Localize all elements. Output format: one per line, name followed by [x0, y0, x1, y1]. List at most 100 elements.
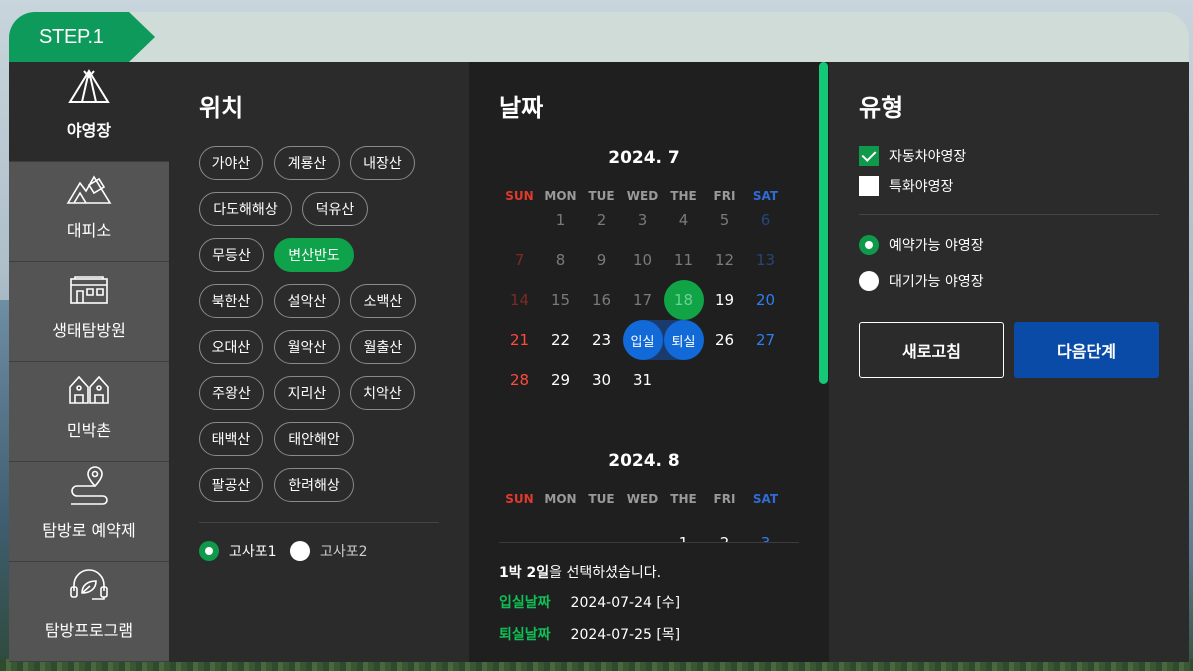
calendar-scrollbar-thumb[interactable] — [819, 62, 828, 384]
calendar-day[interactable]: 27 — [745, 320, 786, 360]
type-title: 유형 — [859, 94, 904, 122]
calendar-day: 8 — [555, 251, 566, 269]
site-option-label: 고사포1 — [229, 544, 277, 560]
chip-taeanhaean[interactable]: 태안해안 — [274, 422, 354, 456]
calendar-day[interactable]: 31 — [622, 360, 663, 400]
site-option-gosapo2[interactable]: 고사포2 — [290, 541, 368, 561]
chip-mudeungsan[interactable]: 무등산 — [199, 238, 264, 272]
checkbox-unchecked[interactable] — [859, 176, 879, 196]
calendar-day: 15 — [550, 291, 571, 309]
calendar-day[interactable]: 29 — [540, 360, 581, 400]
calendar-day-checkin[interactable]: 입실 — [622, 320, 663, 360]
weekday-label: FRI — [713, 492, 736, 506]
step-badge: STEP.1 — [9, 12, 155, 62]
category-village[interactable]: 민박촌 — [9, 362, 169, 462]
calendar-day: 6 — [760, 211, 771, 229]
category-sidebar: 야영장 대피소 생태탐방원 민박촌 탐방로 예약제 탐방프로그램 — [9, 62, 169, 662]
chip-juwangsan[interactable]: 주왕산 — [199, 376, 264, 410]
calendar-day: 5 — [719, 211, 730, 229]
chip-dadohae[interactable]: 다도해해상 — [199, 192, 292, 226]
chip-bukhansan[interactable]: 북한산 — [199, 284, 263, 318]
refresh-button[interactable]: 새로고침 — [859, 322, 1004, 378]
calendar-day[interactable]: 18 — [663, 280, 704, 320]
calendar-day[interactable]: 22 — [540, 320, 581, 360]
weekday-label: WED — [626, 492, 659, 506]
checkout-label: 퇴실날짜 — [499, 627, 551, 643]
radio-unchecked[interactable] — [290, 541, 310, 561]
shelter-icon — [66, 175, 112, 204]
calendar-day[interactable]: 1 — [663, 523, 704, 542]
eco-center-icon — [70, 276, 108, 304]
calendar-day[interactable]: 21 — [499, 320, 540, 360]
category-label: 민박촌 — [66, 421, 112, 440]
category-shelter[interactable]: 대피소 — [9, 162, 169, 262]
calendar-day: 4 — [678, 211, 689, 229]
checkbox-checked[interactable] — [859, 146, 879, 166]
calendar-day[interactable]: 19 — [704, 280, 745, 320]
category-campsite[interactable]: 야영장 — [9, 62, 169, 162]
radio-checked[interactable] — [199, 541, 219, 561]
calendar-day[interactable]: 23 — [581, 320, 622, 360]
trail-icon — [71, 466, 108, 505]
chip-seoraksan[interactable]: 설악산 — [274, 284, 340, 318]
calendar-day[interactable]: 28 — [499, 360, 540, 400]
chip-palgongsan[interactable]: 팔공산 — [199, 468, 263, 502]
weekday-label: SUN — [505, 189, 534, 203]
calendar-day: 3 — [637, 211, 648, 229]
type-option-car-camping[interactable]: 자동차야영장 — [859, 146, 966, 166]
chip-byeonsanbando[interactable]: 변산반도 — [274, 238, 354, 272]
radio-checked[interactable] — [859, 235, 879, 255]
chip-sobaeksan[interactable]: 소백산 — [350, 284, 416, 318]
weekday-label: SUN — [505, 492, 534, 506]
chip-hallyeohaesang[interactable]: 한려해상 — [274, 468, 354, 502]
location-column: 위치 가야산 계룡산 내장산 다도해해상 덕유산 무등산 변산반도 북한산 설악… — [169, 62, 469, 662]
category-trail-reservation[interactable]: 탐방로 예약제 — [9, 462, 169, 562]
calendar-day: 10 — [632, 251, 653, 269]
type-option-label: 자동차야영장 — [889, 149, 967, 165]
category-eco-center[interactable]: 생태탐방원 — [9, 262, 169, 362]
checkin-line: 입실날짜 2024-07-24 [수] — [499, 592, 680, 612]
weekday-label: TUE — [588, 492, 615, 506]
category-label: 생태탐방원 — [52, 321, 126, 340]
site-option-gosapo1[interactable]: 고사포1 — [199, 541, 277, 561]
calendar-day[interactable]: 26 — [704, 320, 745, 360]
chip-naejangsan[interactable]: 내장산 — [350, 146, 415, 180]
calendar-day[interactable]: 3 — [745, 523, 786, 542]
calendar-day-checkout[interactable]: 퇴실 — [663, 320, 704, 360]
weekday-label: MON — [544, 492, 577, 506]
chip-odaesan[interactable]: 오대산 — [199, 330, 263, 364]
chip-gyeryongsan[interactable]: 계룡산 — [274, 146, 340, 180]
availability-option-bookable[interactable]: 예약가능 야영장 — [859, 235, 984, 255]
calendar-month-title: 2024. 8 — [608, 451, 680, 471]
weekday-label: SAT — [752, 492, 779, 506]
calendar-scroll-area[interactable]: 2024. 7 2024. 8 SUN MON TUE WED THE FRI SAT SUN… — [469, 132, 829, 542]
category-label: 야영장 — [66, 121, 112, 140]
checkout-value: 2024-07-25 [목] — [570, 627, 681, 643]
chip-woraksan[interactable]: 월악산 — [274, 330, 340, 364]
program-icon — [70, 569, 108, 600]
availability-option-waitlist[interactable]: 대기가능 야영장 — [859, 271, 984, 291]
village-icon — [69, 375, 109, 404]
calendar-day: 11 — [673, 251, 694, 269]
calendar-day: 17 — [632, 291, 653, 309]
step-header-bar — [9, 12, 1189, 64]
calendar-day[interactable]: 30 — [581, 360, 622, 400]
calendar-day[interactable]: 20 — [745, 280, 786, 320]
calendar-day: 16 — [591, 291, 612, 309]
chip-deogyusan[interactable]: 덕유산 — [302, 192, 368, 226]
chip-jirisan[interactable]: 지리산 — [274, 376, 340, 410]
chip-taebaeksan[interactable]: 태백산 — [199, 422, 263, 456]
calendar-day: 1 — [555, 211, 566, 229]
availability-option-label: 예약가능 야영장 — [889, 238, 984, 254]
radio-unchecked[interactable] — [859, 271, 879, 291]
calendar-day[interactable]: 2 — [704, 523, 745, 542]
availability-option-label: 대기가능 야영장 — [889, 274, 984, 290]
category-program[interactable]: 탐방프로그램 — [9, 562, 169, 662]
chip-gayasan[interactable]: 가야산 — [199, 146, 263, 180]
category-label: 탐방로 예약제 — [42, 521, 136, 540]
calendar-day: 14 — [509, 291, 530, 309]
chip-chiaksan[interactable]: 치악산 — [350, 376, 415, 410]
next-step-button[interactable]: 다음단계 — [1014, 322, 1159, 378]
type-option-special-camping[interactable]: 특화야영장 — [859, 176, 953, 196]
chip-wolchulsan[interactable]: 월출산 — [350, 330, 416, 364]
